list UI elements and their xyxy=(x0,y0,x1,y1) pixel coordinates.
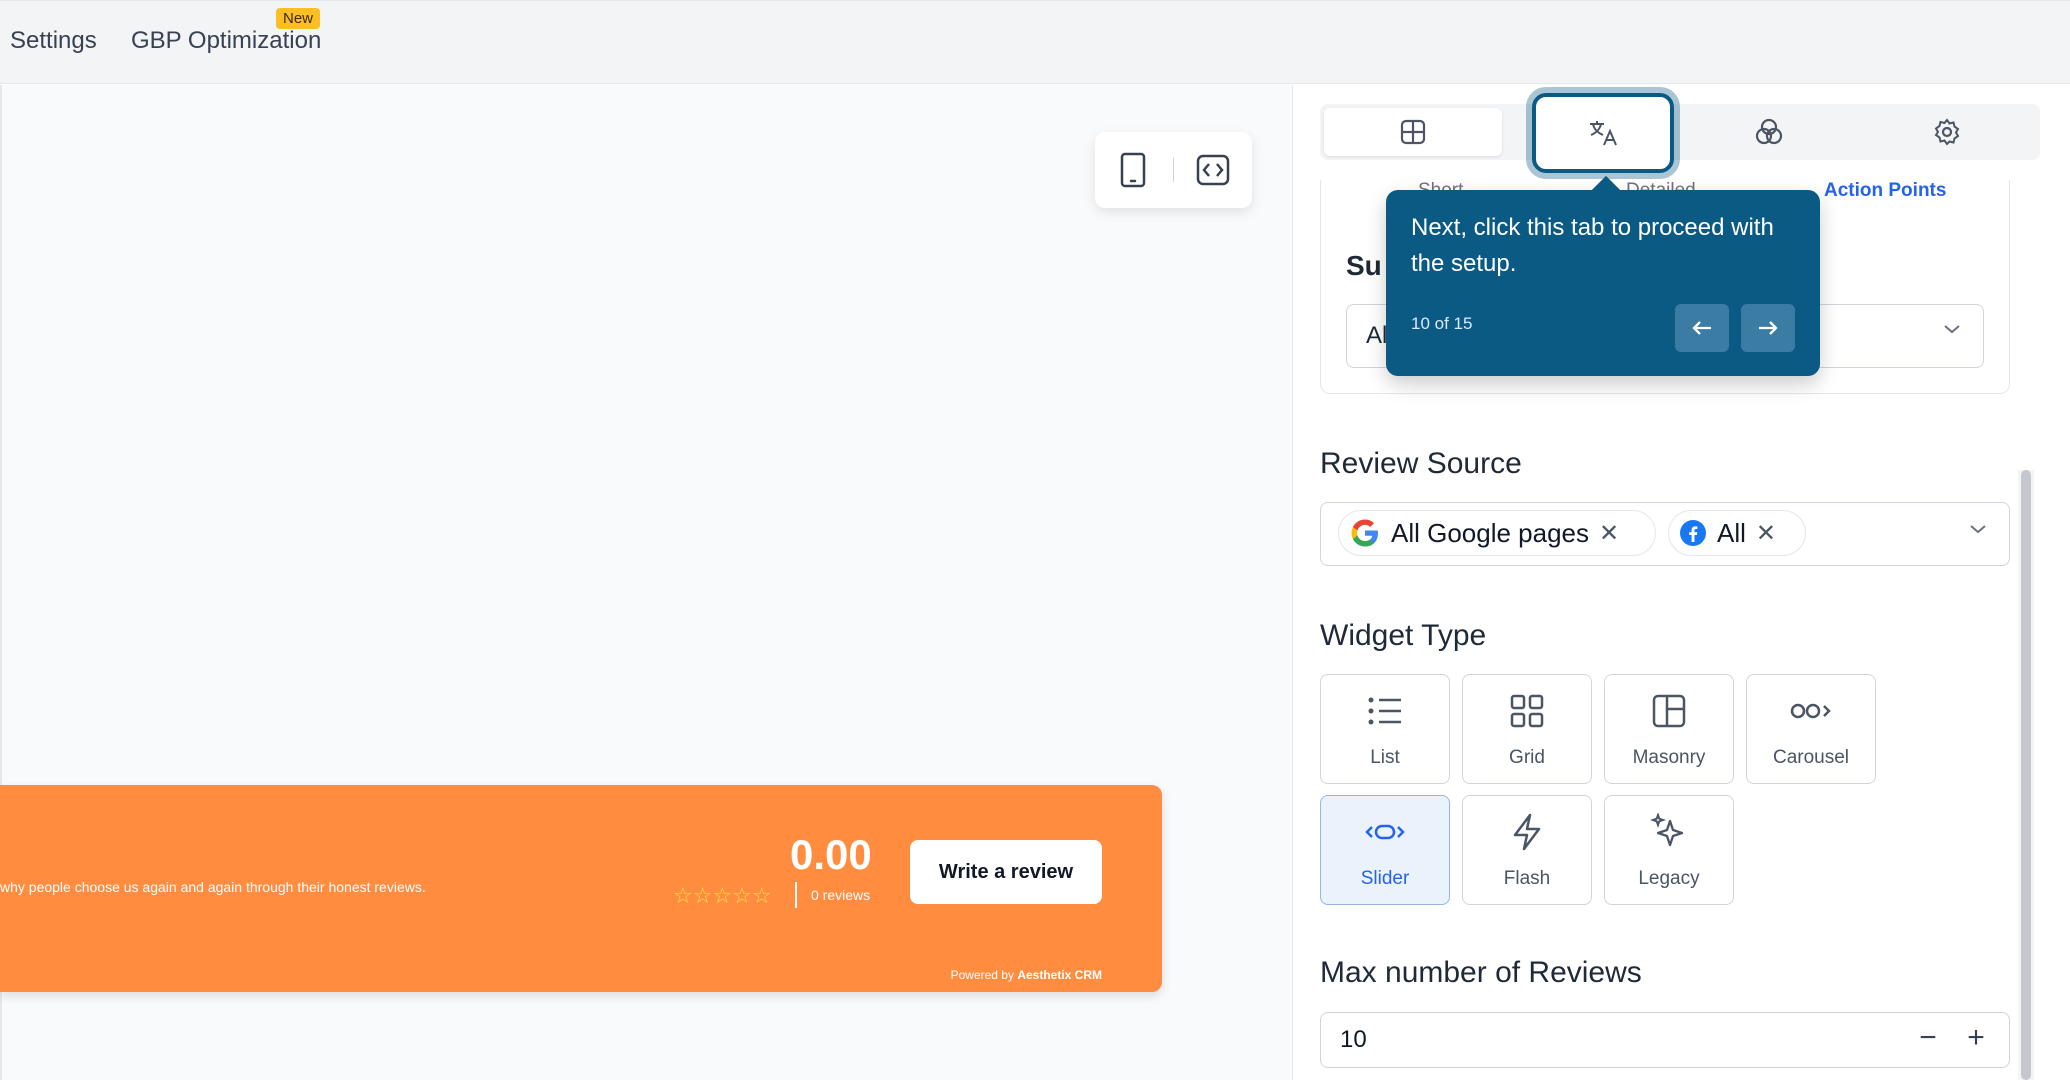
slider-icon xyxy=(1321,810,1449,854)
review-source-label: Review Source xyxy=(1320,447,1522,480)
widget-type-label-grid: Grid xyxy=(1509,747,1545,768)
chip-google-pages: All Google pages ✕ xyxy=(1338,510,1656,556)
chevron-down-icon[interactable] xyxy=(1942,322,1962,341)
top-nav-bar: Settings GBP Optimization New xyxy=(0,0,2070,84)
translate-icon xyxy=(1590,121,1617,146)
increment-button[interactable]: + xyxy=(1958,1018,1994,1058)
review-count: 0 reviews xyxy=(811,887,871,903)
widget-type-legacy[interactable]: Legacy xyxy=(1604,795,1734,905)
sparkles-icon xyxy=(1605,810,1733,854)
embed-code-icon[interactable] xyxy=(1193,150,1233,190)
widget-type-grid[interactable]: Grid xyxy=(1462,674,1592,784)
panel-scrollbar-thumb[interactable] xyxy=(2021,470,2031,1080)
close-icon[interactable]: ✕ xyxy=(1599,519,1619,548)
powered-prefix: Powered by xyxy=(950,968,1014,982)
color-circles-icon xyxy=(1755,118,1783,145)
device-toggle-bar xyxy=(1095,132,1252,208)
rating-stars: ☆☆☆☆☆ xyxy=(673,883,772,908)
average-rating: 0.00 xyxy=(790,831,872,878)
chip-google-label: All Google pages xyxy=(1391,517,1590,548)
nav-tab-settings[interactable]: Settings xyxy=(10,27,97,55)
mobile-preview-icon[interactable] xyxy=(1113,150,1153,190)
widget-type-masonry[interactable]: Masonry xyxy=(1604,674,1734,784)
tooltip-next-button[interactable] xyxy=(1741,304,1795,352)
device-separator xyxy=(1173,158,1174,182)
widget-type-label-carousel: Carousel xyxy=(1772,747,1850,768)
decrement-button[interactable]: − xyxy=(1910,1018,1946,1058)
gear-icon xyxy=(1934,118,1960,146)
list-icon xyxy=(1321,689,1449,733)
powered-by: Powered by Aesthetix CRM xyxy=(951,968,1102,982)
lightning-icon xyxy=(1463,810,1591,854)
masonry-icon xyxy=(1605,689,1733,733)
carousel-icon xyxy=(1747,689,1875,733)
widget-type-list[interactable]: List xyxy=(1320,674,1450,784)
chip-facebook: All ✕ xyxy=(1668,510,1806,556)
chevron-down-icon[interactable] xyxy=(1968,522,1988,541)
summary-select-value: Al xyxy=(1366,322,1388,349)
tab-settings[interactable] xyxy=(1858,104,2036,160)
widget-type-label-slider: Slider xyxy=(1360,868,1410,889)
facebook-icon xyxy=(1680,520,1706,546)
banner-tagline: why people choose us again and again thr… xyxy=(0,879,426,895)
rating-divider xyxy=(795,882,797,908)
tooltip-prev-button[interactable] xyxy=(1675,304,1729,352)
tab-translate[interactable] xyxy=(1526,87,1680,179)
google-icon xyxy=(1351,519,1378,547)
review-widget-banner: why people choose us again and again thr… xyxy=(0,785,1162,992)
arrow-right-icon xyxy=(1759,321,1778,335)
grid-icon xyxy=(1463,689,1591,733)
max-reviews-input[interactable] xyxy=(1320,1012,2010,1068)
tooltip-message: Next, click this tab to proceed with the… xyxy=(1411,214,1774,277)
widget-type-label-flash: Flash xyxy=(1503,868,1551,889)
new-badge: New xyxy=(276,8,321,29)
arrow-left-icon xyxy=(1692,321,1711,335)
widget-type-slider[interactable]: Slider xyxy=(1320,795,1450,905)
widget-type-label: Widget Type xyxy=(1320,619,1487,652)
max-reviews-value: 10 xyxy=(1340,1026,1367,1053)
max-reviews-label: Max number of Reviews xyxy=(1320,956,1642,989)
write-review-button[interactable]: Write a review xyxy=(910,840,1102,904)
widget-type-label-legacy: Legacy xyxy=(1638,868,1700,889)
widget-type-flash[interactable]: Flash xyxy=(1462,795,1592,905)
tab-layout[interactable] xyxy=(1324,108,1502,156)
close-icon[interactable]: ✕ xyxy=(1756,519,1776,548)
chip-facebook-label: All xyxy=(1717,517,1746,548)
nav-tab-gbp-optimization[interactable]: GBP Optimization xyxy=(131,27,321,55)
layout-grid-icon xyxy=(1400,119,1426,145)
tab-style[interactable] xyxy=(1680,104,1858,160)
onboarding-tooltip: Next, click this tab to proceed with the… xyxy=(1386,190,1820,376)
powered-brand[interactable]: Aesthetix CRM xyxy=(1017,968,1102,982)
widget-type-label-list: List xyxy=(1370,747,1400,768)
widget-type-label-masonry: Masonry xyxy=(1632,747,1706,768)
summary-label: Su xyxy=(1346,250,1382,281)
tooltip-step-counter: 10 of 15 xyxy=(1411,314,1473,333)
widget-type-carousel[interactable]: Carousel xyxy=(1746,674,1876,784)
